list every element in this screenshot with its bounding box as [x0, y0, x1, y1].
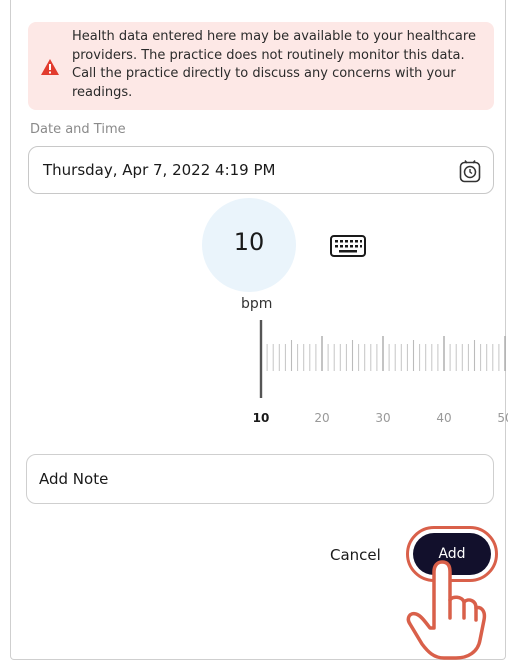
reading-value-display: 10 [202, 198, 296, 292]
warning-triangle-icon [41, 59, 59, 75]
date-time-label: Date and Time [30, 122, 126, 137]
keyboard-icon[interactable] [330, 234, 366, 258]
reading-value: 10 [233, 228, 265, 256]
cancel-button[interactable]: Cancel [330, 546, 381, 564]
date-time-value: Thursday, Apr 7, 2022 4:19 PM [43, 161, 276, 179]
add-note-field[interactable]: Add Note [26, 454, 494, 504]
reading-unit: bpm [241, 296, 273, 312]
warning-text: Health data entered here may be availabl… [72, 29, 476, 100]
add-note-placeholder: Add Note [39, 470, 109, 488]
clock-icon[interactable] [459, 159, 481, 183]
pointing-hand-icon [406, 560, 487, 660]
date-time-field[interactable]: Thursday, Apr 7, 2022 4:19 PM [28, 146, 494, 194]
health-data-warning: Health data entered here may be availabl… [28, 22, 494, 110]
